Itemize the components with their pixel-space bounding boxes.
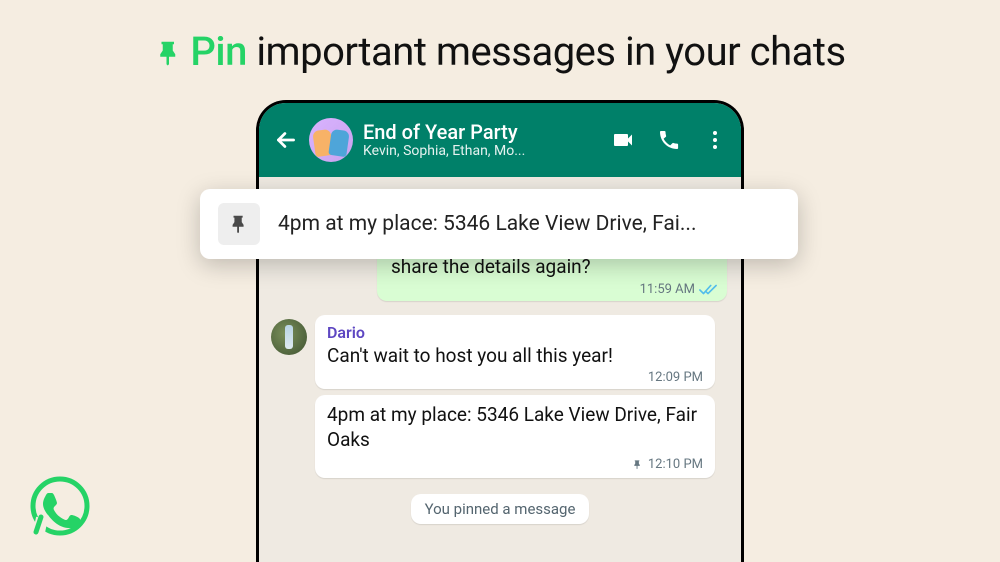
pinned-message-text: 4pm at my place: 5346 Lake View Drive, F… — [278, 212, 780, 236]
message-text: Can't wait to host you all this year! — [327, 344, 703, 369]
pin-icon — [632, 455, 643, 474]
message-text: 4pm at my place: 5346 Lake View Drive, F… — [327, 403, 703, 452]
group-avatar[interactable] — [309, 118, 353, 162]
phone-mockup: End of Year Party Kevin, Sophia, Ethan, … — [256, 100, 744, 562]
message-time: 12:10 PM — [648, 457, 703, 472]
sender-avatar[interactable] — [271, 319, 307, 355]
message-time: 11:59 AM — [640, 282, 695, 297]
chat-header: End of Year Party Kevin, Sophia, Ethan, … — [259, 103, 741, 177]
chat-header-text[interactable]: End of Year Party Kevin, Sophia, Ethan, … — [363, 121, 601, 159]
whatsapp-logo-icon — [28, 474, 92, 538]
chat-title: End of Year Party — [363, 121, 601, 143]
title-pin-word: Pin — [190, 28, 247, 75]
pin-icon — [218, 203, 260, 245]
voice-call-icon[interactable] — [657, 128, 681, 152]
pin-icon — [154, 28, 184, 75]
system-message: You pinned a message — [411, 494, 590, 524]
chat-subtitle: Kevin, Sophia, Ethan, Mo... — [363, 143, 601, 159]
incoming-message-pinned[interactable]: 4pm at my place: 5346 Lake View Drive, F… — [315, 395, 715, 477]
read-receipt-icon — [699, 282, 717, 296]
sender-name: Dario — [327, 323, 703, 342]
pinned-message-banner[interactable]: 4pm at my place: 5346 Lake View Drive, F… — [200, 189, 798, 259]
page-title: Pin important messages in your chats — [0, 28, 1000, 75]
title-rest: important messages in your chats — [247, 28, 846, 75]
incoming-message[interactable]: Dario Can't wait to host you all this ye… — [315, 315, 715, 390]
more-menu-icon[interactable] — [703, 128, 727, 152]
back-arrow-icon[interactable] — [273, 127, 299, 153]
video-call-icon[interactable] — [611, 128, 635, 152]
message-time: 12:09 PM — [648, 370, 703, 385]
